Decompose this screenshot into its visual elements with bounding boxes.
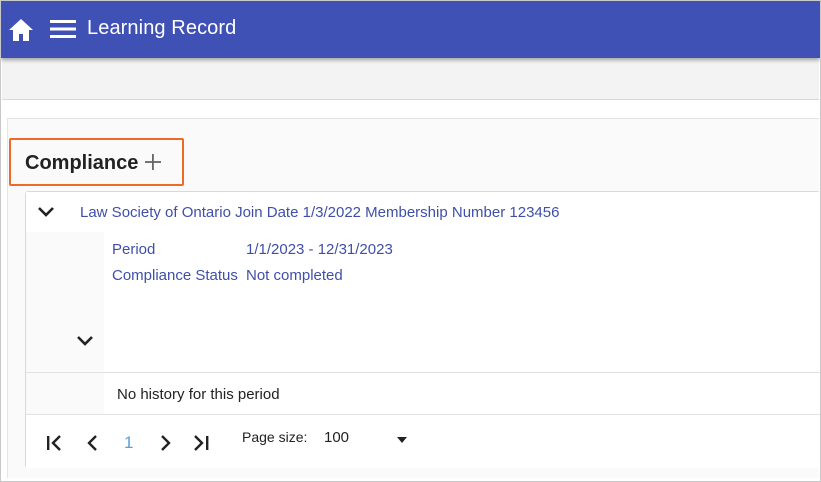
compliance-status-label: Compliance Status <box>112 267 238 284</box>
first-page-button[interactable] <box>44 433 66 453</box>
menu-button[interactable] <box>49 18 77 40</box>
history-row: No history for this period <box>26 372 820 414</box>
last-page-icon <box>194 435 209 451</box>
detail-gutter <box>26 232 104 372</box>
compliance-status-value: Not completed <box>246 267 343 284</box>
next-page-button[interactable] <box>154 433 176 453</box>
dropdown-arrow-icon <box>397 437 407 443</box>
record-expand-toggle[interactable] <box>36 205 56 219</box>
app-window: Learning Record Compliance Law Society o… <box>0 0 821 482</box>
next-page-icon <box>161 435 171 451</box>
plus-icon <box>145 154 161 170</box>
compliance-record-card: Law Society of Ontario Join Date 1/3/202… <box>25 191 820 468</box>
history-empty-message: No history for this period <box>117 386 280 403</box>
page-size-value: 100 <box>324 429 350 446</box>
pager: 1 Page size: 100 <box>26 414 820 468</box>
last-page-button[interactable] <box>190 433 212 453</box>
chevron-down-icon <box>77 336 93 346</box>
period-details: Period 1/1/2023 - 12/31/2023 Compliance … <box>104 232 820 372</box>
record-header-row[interactable]: Law Society of Ontario Join Date 1/3/202… <box>26 192 820 232</box>
history-cell: No history for this period <box>104 373 820 414</box>
current-page-number[interactable]: 1 <box>124 433 133 453</box>
page-size-label: Page size: <box>242 429 308 445</box>
add-compliance-button[interactable] <box>142 150 164 174</box>
section-title: Compliance <box>25 152 139 174</box>
record-title-link[interactable]: Law Society of Ontario Join Date 1/3/202… <box>80 204 559 221</box>
home-button[interactable] <box>7 17 35 43</box>
page-size-dropdown[interactable]: 100 <box>322 425 412 451</box>
home-icon <box>9 19 33 41</box>
app-header: Learning Record <box>1 1 820 58</box>
hamburger-menu-icon <box>50 20 76 38</box>
previous-page-icon <box>87 435 97 451</box>
app-title: Learning Record <box>87 17 237 39</box>
spacer <box>2 100 819 118</box>
period-value: 1/1/2023 - 12/31/2023 <box>246 241 393 258</box>
toolbar-area <box>2 58 819 100</box>
period-expand-toggle[interactable] <box>74 333 96 349</box>
period-label: Period <box>112 241 156 258</box>
chevron-down-icon <box>38 207 54 217</box>
first-page-icon <box>47 435 61 451</box>
previous-page-button[interactable] <box>82 433 104 453</box>
